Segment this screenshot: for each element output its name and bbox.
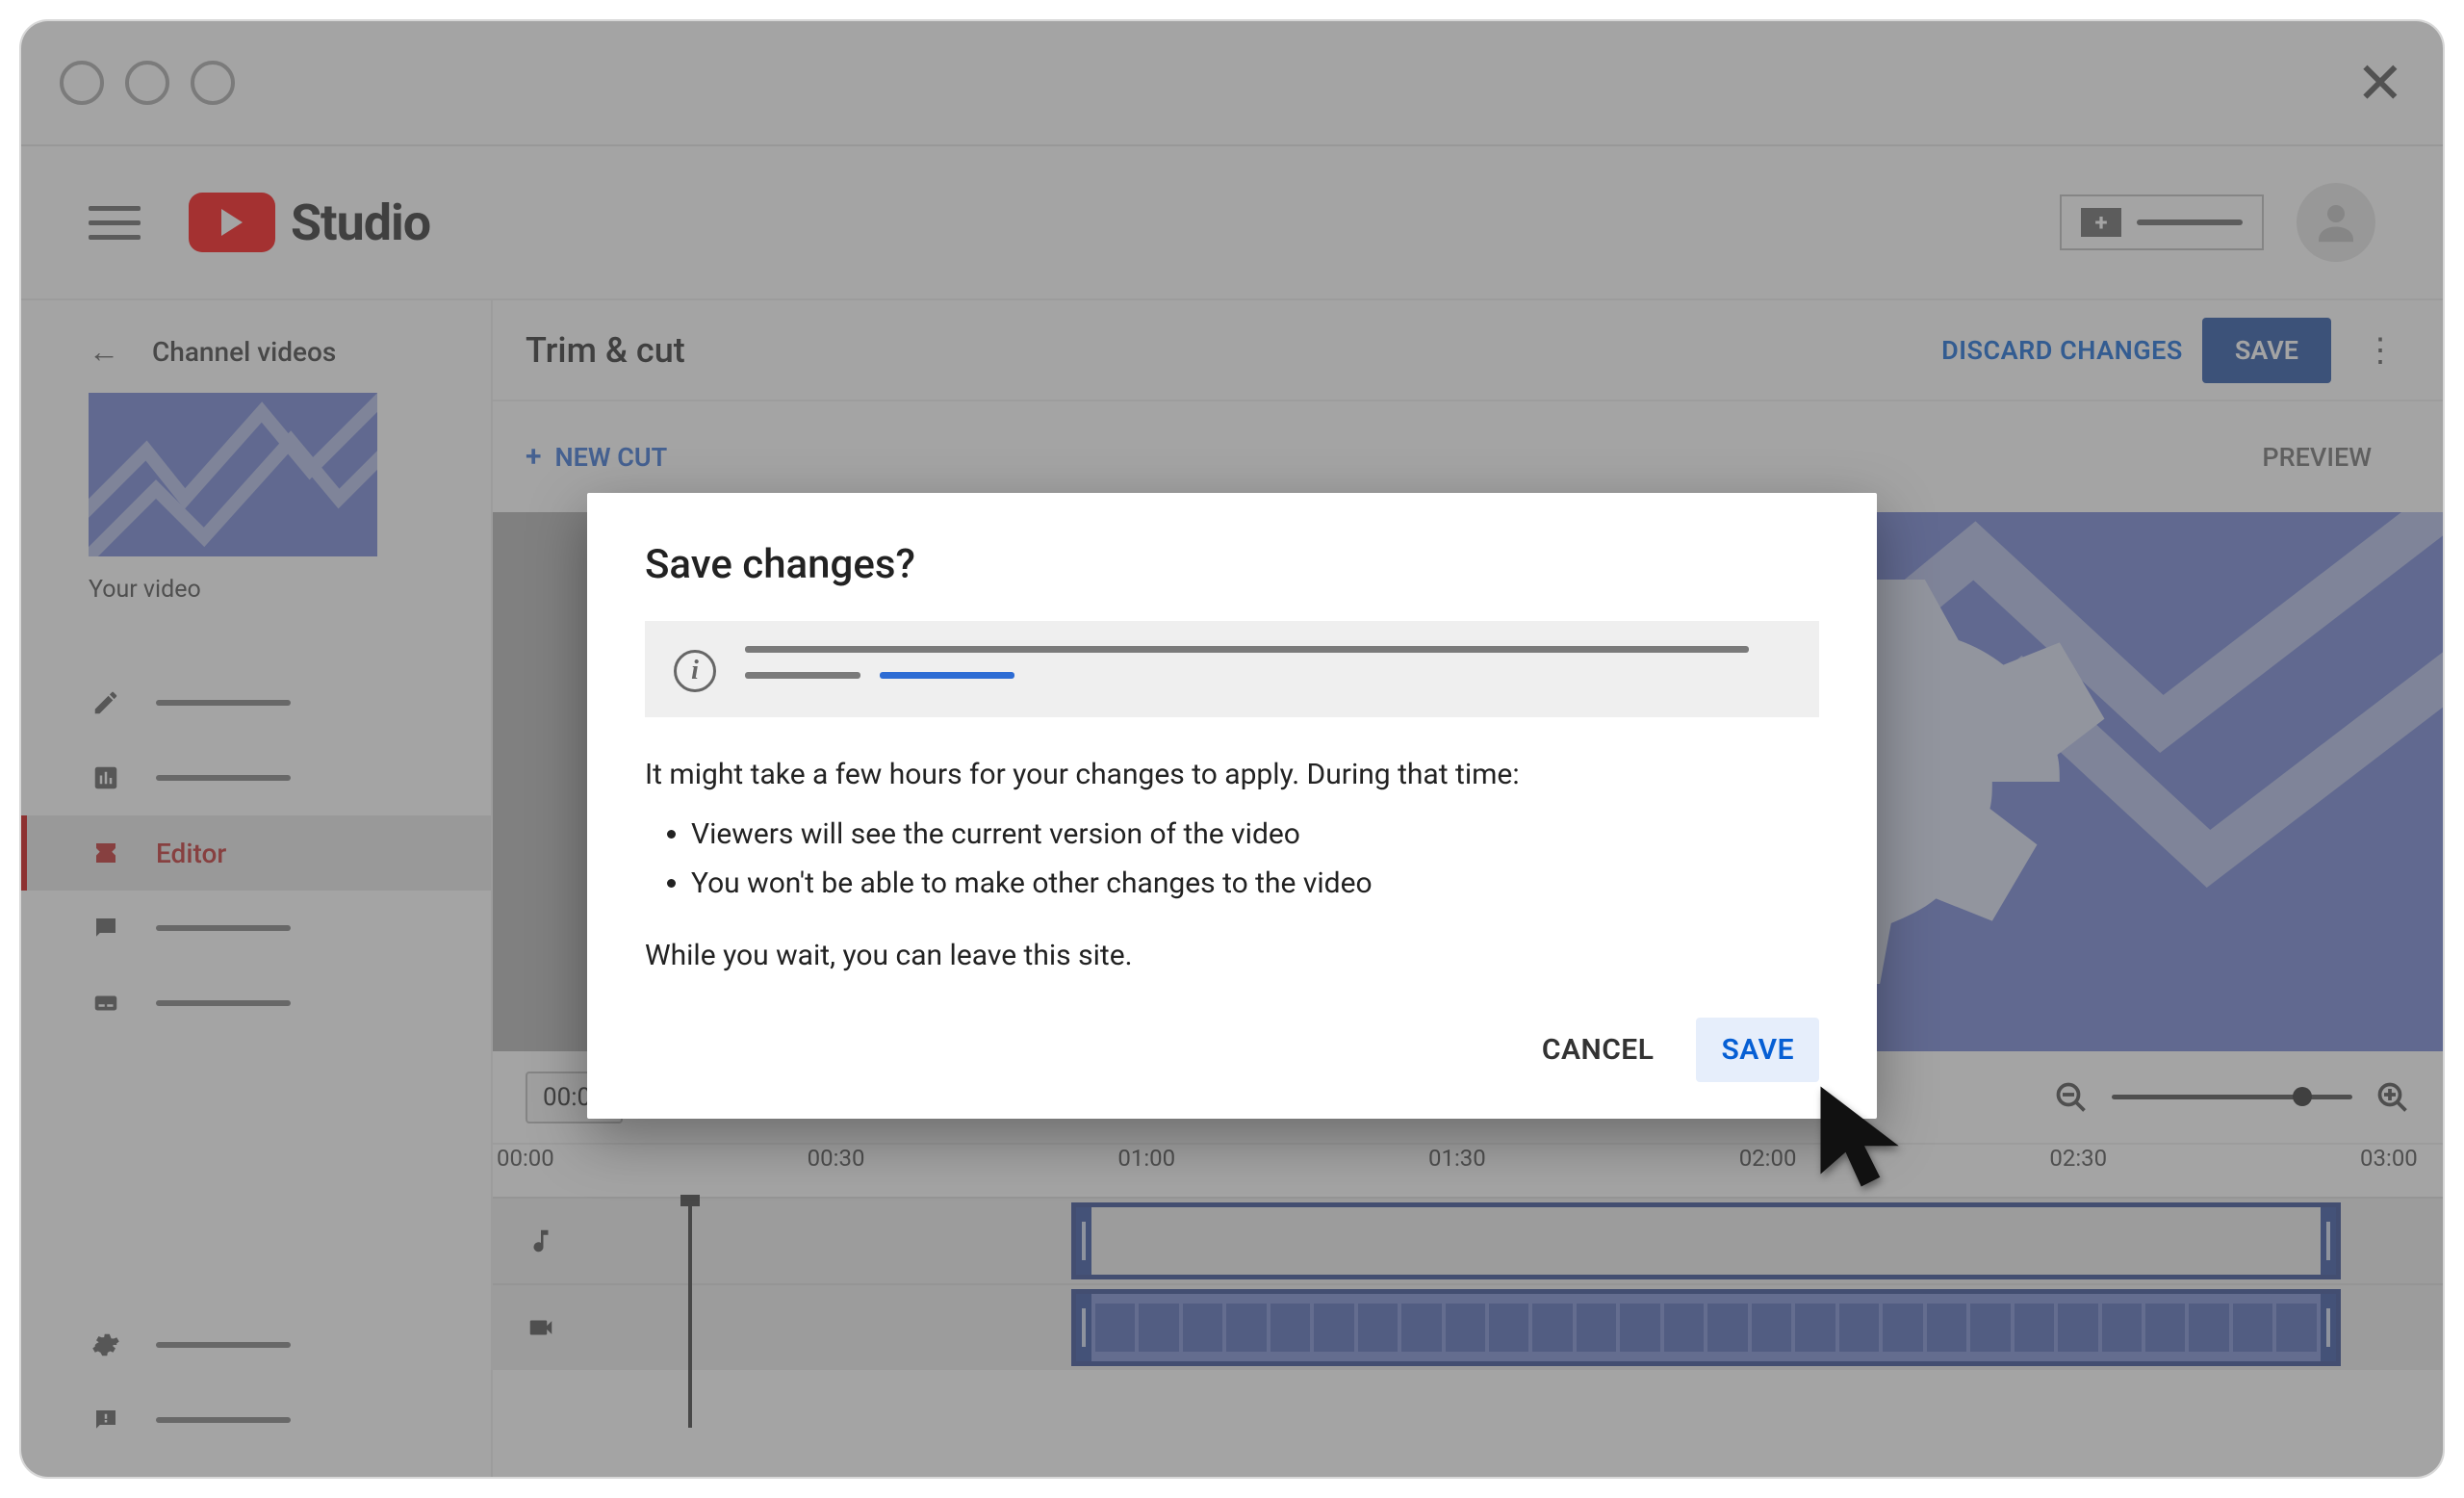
dialog-save-button[interactable]: SAVE xyxy=(1696,1018,1819,1082)
dialog-cancel-button[interactable]: CANCEL xyxy=(1517,1018,1680,1082)
app-window: ✕ Studio ← Channel videos xyxy=(19,19,2445,1479)
modal-overlay: Save changes? i It might take a few hour… xyxy=(21,21,2443,1477)
info-banner: i xyxy=(645,621,1819,717)
dialog-text-2: While you wait, you can leave this site. xyxy=(645,933,1819,979)
info-icon: i xyxy=(674,650,716,692)
dialog-bullet: You won't be able to make other changes … xyxy=(691,859,1819,908)
dialog-text-1: It might take a few hours for your chang… xyxy=(645,752,1819,798)
dialog-bullet: Viewers will see the current version of … xyxy=(691,810,1819,859)
info-link-placeholder[interactable] xyxy=(880,672,1014,679)
save-changes-dialog: Save changes? i It might take a few hour… xyxy=(587,493,1877,1119)
dialog-title: Save changes? xyxy=(645,541,1819,588)
